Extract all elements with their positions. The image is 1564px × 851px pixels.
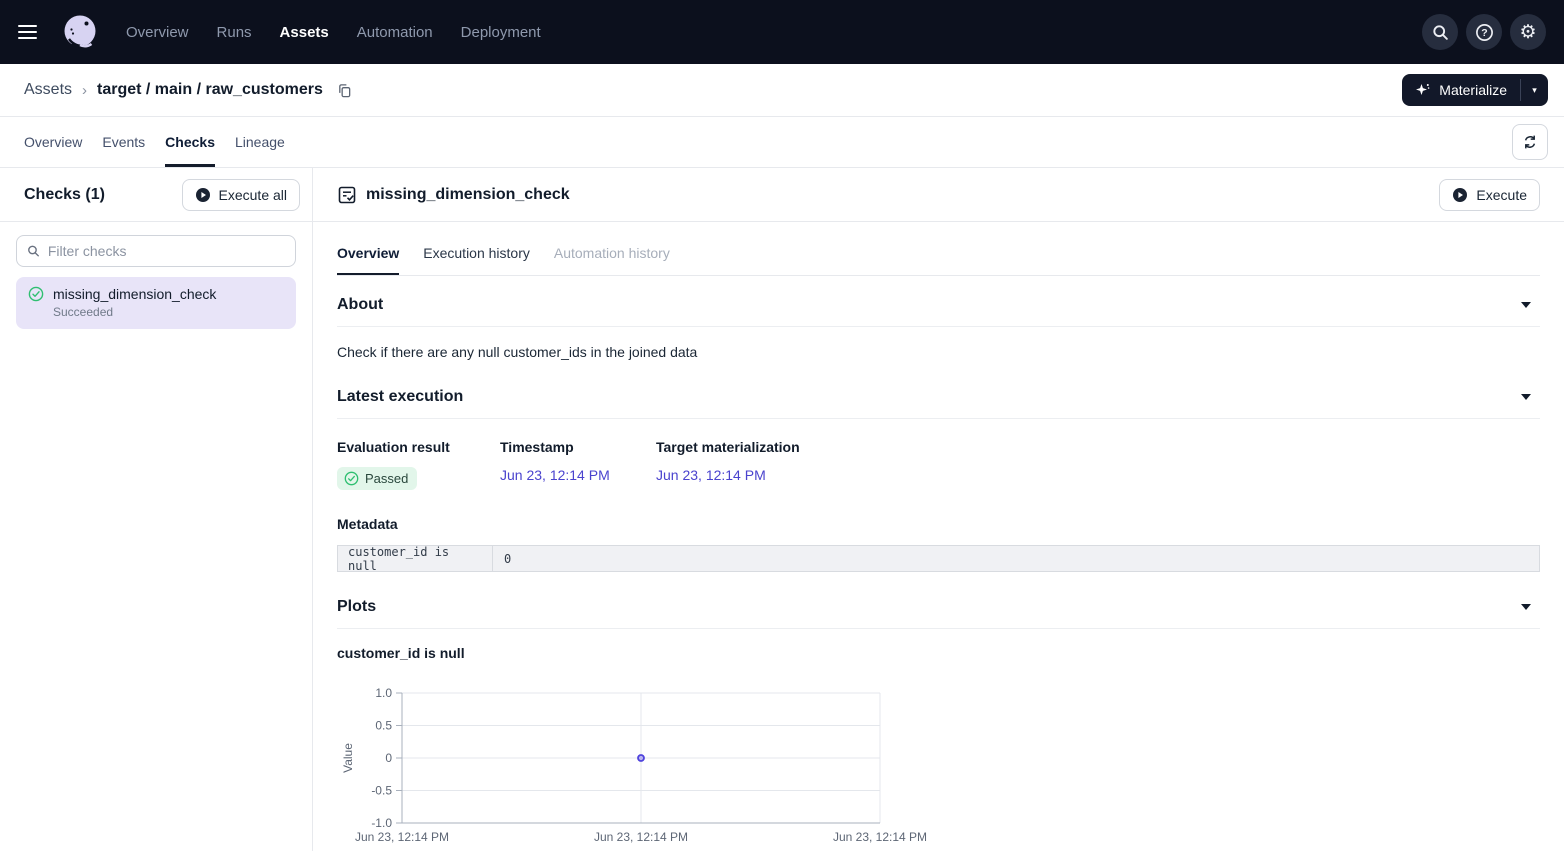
svg-text:0: 0 [385,751,392,765]
tab-automation-history: Automation history [554,234,670,275]
metadata-value: 0 [493,546,1539,571]
chevron-down-icon [1521,302,1531,308]
dagster-logo[interactable] [60,12,100,52]
top-navigation: Overview Runs Assets Automation Deployme… [0,0,1564,64]
gear-icon: ⚙ [1519,23,1536,42]
check-detail-tabs: Overview Execution history Automation hi… [337,234,1540,276]
check-circle-icon [344,471,359,486]
metadata-key: customer_id is null [338,546,493,571]
materialize-label: Materialize [1439,82,1507,98]
breadcrumb-row: Assets › target / main / raw_customers M… [0,64,1564,117]
check-detail-title: missing_dimension_check [366,186,570,204]
svg-text:?: ? [1481,27,1487,39]
latest-execution-heading: Latest execution [337,388,463,406]
copy-button[interactable] [337,83,352,98]
svg-text:1.0: 1.0 [375,686,392,700]
about-heading: About [337,296,383,314]
execute-all-label: Execute all [219,187,287,203]
search-icon [27,244,40,258]
latest-execution-section-header: Latest execution [337,364,1540,419]
sparkle-icon [1415,82,1431,98]
metadata-heading: Metadata [337,516,1540,532]
refresh-button[interactable] [1512,124,1548,160]
col-target-materialization: Target materialization [656,439,856,455]
asset-key-path: target / main / raw_customers [97,81,323,99]
plots-section-header: Plots [337,572,1540,629]
svg-text:Jun 23, 12:14 PM: Jun 23, 12:14 PM [355,830,449,844]
materialize-dropdown-button[interactable]: ▾ [1521,74,1548,106]
nav-item-overview[interactable]: Overview [126,24,189,41]
play-icon [1452,187,1468,203]
main-nav: Overview Runs Assets Automation Deployme… [126,24,541,41]
help-icon: ? [1475,23,1494,42]
collapse-plots-button[interactable] [1518,599,1534,615]
collapse-latest-execution-button[interactable] [1518,389,1534,405]
tab-overview[interactable]: Overview [24,117,82,167]
tab-events[interactable]: Events [102,117,145,167]
svg-text:Jun 23, 12:14 PM: Jun 23, 12:14 PM [594,830,688,844]
refresh-icon [1522,134,1538,150]
about-section-header: About [337,276,1540,327]
execute-all-button[interactable]: Execute all [182,179,300,211]
help-button[interactable]: ? [1466,14,1502,50]
breadcrumb-separator: › [82,82,87,99]
plot-title: customer_id is null [337,629,1540,669]
svg-text:-0.5: -0.5 [371,784,392,798]
materialize-button[interactable]: Materialize [1402,74,1520,106]
check-description: Check if there are any null customer_ids… [337,327,1540,364]
plots-heading: Plots [337,598,376,616]
check-list-item[interactable]: missing_dimension_check Succeeded [16,277,296,329]
value-scatter-chart: 1.00.50-0.5-1.0Jun 23, 12:14 PMJun 23, 1… [337,685,957,851]
svg-text:Value: Value [341,743,355,773]
target-materialization-link[interactable]: Jun 23, 12:14 PM [656,467,766,483]
check-detail-panel: missing_dimension_check Execute Overview… [313,168,1564,851]
evaluation-result-value: Passed [365,471,408,486]
asset-check-icon [337,185,357,205]
materialize-split-button: Materialize ▾ [1402,74,1548,106]
check-name: missing_dimension_check [53,286,216,302]
breadcrumb: Assets › target / main / raw_customers [24,81,352,99]
nav-item-assets[interactable]: Assets [280,24,329,41]
search-button[interactable] [1422,14,1458,50]
tab-checks[interactable]: Checks [165,117,215,167]
nav-item-runs[interactable]: Runs [217,24,252,41]
copy-icon [337,83,352,98]
checks-panel-title: Checks (1) [24,186,105,204]
chevron-down-icon [1521,394,1531,400]
check-circle-icon [28,286,44,302]
asset-tabs-row: Overview Events Checks Lineage [0,117,1564,168]
hamburger-menu-icon[interactable] [18,18,46,46]
nav-item-deployment[interactable]: Deployment [461,24,541,41]
play-icon [195,187,211,203]
chevron-down-icon [1521,604,1531,610]
check-plot: 1.00.50-0.5-1.0Jun 23, 12:14 PMJun 23, 1… [337,685,1540,851]
col-timestamp: Timestamp [500,439,656,455]
search-icon [1432,24,1449,41]
check-status: Succeeded [53,305,284,319]
tab-lineage[interactable]: Lineage [235,117,285,167]
latest-execution-table: Evaluation result Passed Timestamp Jun 2… [337,419,1540,490]
checks-sidebar: Checks (1) Execute all missing_dimension… [0,168,313,851]
execute-button[interactable]: Execute [1439,179,1540,211]
status-badge: Passed [337,467,417,490]
filter-checks-input[interactable] [48,243,285,259]
nav-item-automation[interactable]: Automation [357,24,433,41]
col-evaluation-result: Evaluation result [337,439,500,455]
collapse-about-button[interactable] [1518,297,1534,313]
svg-text:0.5: 0.5 [375,719,392,733]
tab-check-overview[interactable]: Overview [337,234,399,275]
svg-text:Jun 23, 12:14 PM: Jun 23, 12:14 PM [833,830,927,844]
svg-text:-1.0: -1.0 [371,816,392,830]
tab-execution-history[interactable]: Execution history [423,234,530,275]
timestamp-link[interactable]: Jun 23, 12:14 PM [500,467,610,483]
breadcrumb-assets-link[interactable]: Assets [24,81,72,99]
settings-button[interactable]: ⚙ [1510,14,1546,50]
metadata-table: customer_id is null 0 [337,545,1540,572]
filter-checks-field[interactable] [16,235,296,267]
execute-label: Execute [1476,187,1527,203]
